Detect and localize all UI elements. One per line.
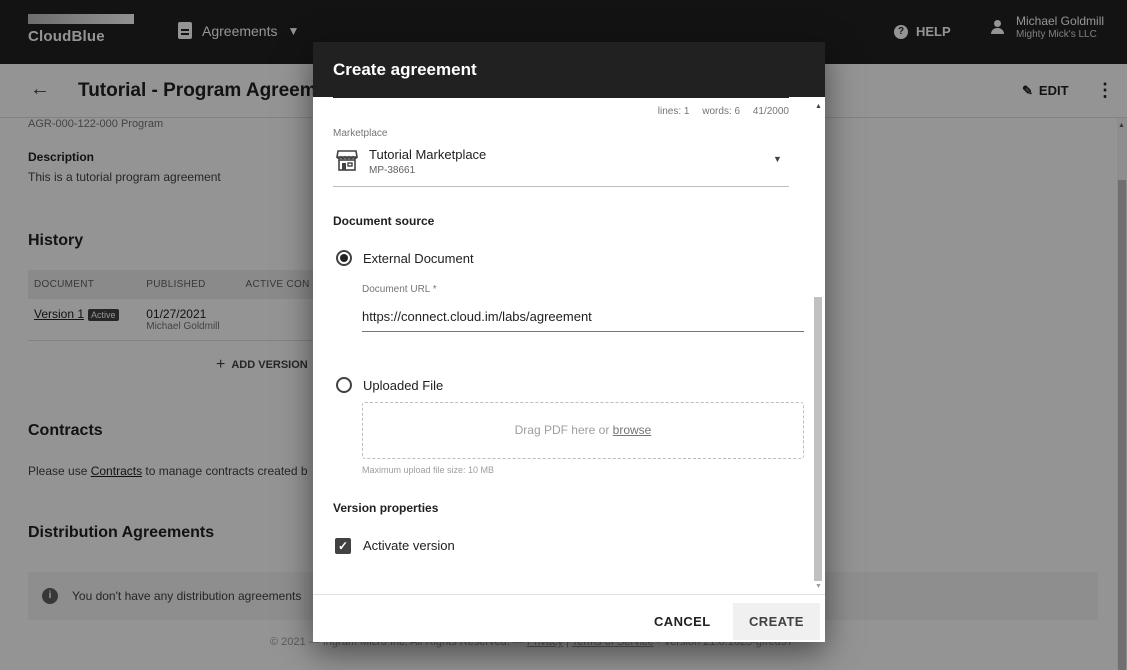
activate-version-checkbox[interactable]: ✓ — [335, 538, 351, 554]
uploaded-file-label[interactable]: Uploaded File — [363, 378, 443, 393]
version-properties-title: Version properties — [333, 501, 439, 515]
uploaded-file-radio[interactable] — [336, 377, 352, 393]
char-count: 41/2000 — [752, 106, 789, 117]
document-url-label: Document URL * — [362, 284, 437, 295]
cancel-button[interactable]: CANCEL — [640, 607, 725, 636]
dropdown-caret-icon: ▼ — [773, 154, 782, 164]
pdf-dropzone[interactable]: Drag PDF here or browse — [362, 402, 804, 459]
text-counter: lines: 1 words: 6 41/2000 — [333, 106, 789, 117]
marketplace-select[interactable]: Tutorial Marketplace MP-38661 ▼ — [333, 144, 789, 187]
storefront-icon — [336, 150, 358, 171]
browse-link[interactable]: browse — [613, 423, 652, 437]
dialog-title: Create agreement — [313, 42, 825, 97]
dialog-scrollbar[interactable]: ▲ ▼ — [813, 97, 823, 594]
marketplace-name: Tutorial Marketplace — [369, 147, 487, 162]
max-upload-size: Maximum upload file size: 10 MB — [362, 465, 495, 475]
create-button[interactable]: CREATE — [733, 603, 820, 640]
dropzone-text: Drag PDF here or — [514, 423, 613, 437]
marketplace-label: Marketplace — [333, 128, 388, 139]
scroll-down-icon[interactable]: ▼ — [815, 583, 822, 590]
word-count: words: 6 — [702, 106, 741, 117]
scroll-up-icon[interactable]: ▲ — [815, 103, 822, 110]
line-count: lines: 1 — [657, 106, 690, 117]
dialog-actions: CANCEL CREATE — [313, 594, 825, 642]
document-url-input[interactable]: https://connect.cloud.im/labs/agreement — [362, 301, 804, 332]
activate-version-label[interactable]: Activate version — [363, 538, 455, 553]
dialog-body: lines: 1 words: 6 41/2000 Marketplace Tu… — [313, 97, 825, 594]
dialog-scrollbar-thumb[interactable] — [814, 297, 822, 581]
marketplace-id: MP-38661 — [369, 165, 416, 176]
external-document-radio[interactable] — [336, 250, 352, 266]
create-agreement-dialog: Create agreement lines: 1 words: 6 41/20… — [313, 42, 825, 642]
description-textarea-bottom[interactable]: lines: 1 words: 6 41/2000 — [333, 97, 789, 117]
external-document-label[interactable]: External Document — [363, 251, 474, 266]
document-source-title: Document source — [333, 214, 435, 228]
